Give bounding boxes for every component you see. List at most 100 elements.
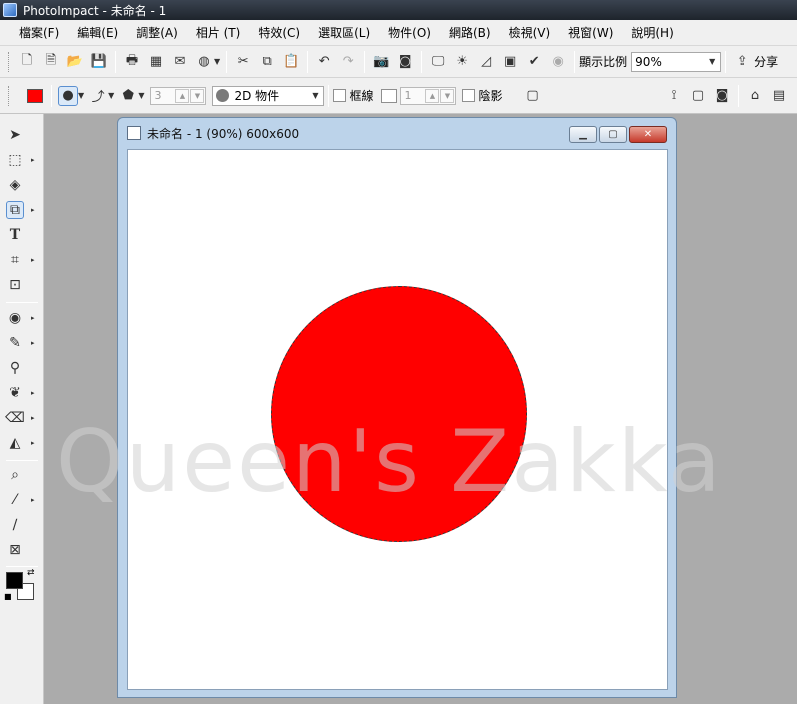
fix-icon[interactable]: ✔ (524, 52, 544, 72)
stamp-tool-icon[interactable]: ⚲ (6, 359, 24, 377)
spin-up-icon[interactable]: ▲ (175, 88, 190, 103)
print-icon[interactable]: 🖶 (122, 52, 142, 72)
menu-effects[interactable]: 特效(C) (253, 24, 305, 41)
size-spinner[interactable]: 3 ▲ ▼ (150, 86, 207, 105)
close-button[interactable]: ✕ (629, 126, 667, 143)
menu-web[interactable]: 網路(B) (444, 24, 496, 41)
redo-icon[interactable]: ↷ (338, 52, 358, 72)
minimize-button[interactable]: ▁ (569, 126, 597, 143)
eraser-tool-icon[interactable]: ⌫ (5, 409, 25, 427)
pick-tool-icon[interactable]: ➤ (6, 126, 24, 144)
eye-icon[interactable]: ◉ (548, 52, 568, 72)
mode-select[interactable]: 2D 物件 ▼ (212, 85, 325, 106)
eyedropper-more-icon[interactable]: ▸ (31, 496, 35, 504)
enhance-icon[interactable]: ▣ (500, 52, 520, 72)
pentagon-dropdown-icon[interactable]: ▼ (138, 91, 144, 100)
share-button[interactable]: ⇪ 分享 (730, 52, 778, 72)
eyedropper-tool-icon[interactable]: ⁄ (6, 491, 24, 509)
crop-more-icon[interactable]: ▸ (31, 256, 35, 264)
swap-colors-icon[interactable]: ⇄ (27, 568, 35, 578)
spin-down-icon[interactable]: ▼ (440, 88, 455, 103)
chevron-down-icon[interactable]: ▼ (704, 53, 720, 71)
menu-photo[interactable]: 相片 (T) (191, 24, 246, 41)
pentagon-shape-icon[interactable]: ⬟ (118, 86, 138, 106)
menu-edit[interactable]: 編輯(E) (72, 24, 123, 41)
undo-icon[interactable]: ↶ (314, 52, 334, 72)
capture-icon[interactable]: ◙ (395, 52, 415, 72)
maximize-button[interactable]: ▢ (599, 126, 627, 143)
zoom-select[interactable]: 90% ▼ (631, 51, 722, 72)
menu-selection[interactable]: 選取區(L) (313, 24, 375, 41)
shape-more-icon[interactable]: ▸ (31, 206, 35, 214)
measure-tool-icon[interactable]: ⊠ (6, 541, 24, 559)
home-icon[interactable]: ⌂ (745, 86, 765, 106)
fill-tool-icon[interactable]: ◭ (6, 434, 24, 452)
share-label: 分享 (754, 55, 779, 69)
red-circle-object[interactable] (271, 286, 527, 542)
chevron-down-icon[interactable]: ▼ (307, 87, 323, 105)
curve-shape-icon[interactable]: ⤴ (88, 86, 108, 106)
print-preview-icon[interactable]: ▦ (146, 52, 166, 72)
menu-file[interactable]: 檔案(F) (14, 24, 64, 41)
panel-icon[interactable]: ▤ (769, 86, 789, 106)
eraser-more-icon[interactable]: ▸ (31, 414, 35, 422)
document-titlebar[interactable]: 未命名 - 1 (90%) 600x600 ▁ ▢ ✕ (118, 118, 676, 148)
menu-window[interactable]: 視窗(W) (563, 24, 618, 41)
border-checkbox[interactable] (333, 89, 347, 102)
clone-tool-icon[interactable]: ❦ (6, 384, 24, 402)
web-icon[interactable]: ◍ (194, 52, 214, 72)
new-from-icon[interactable]: 🗎 (41, 52, 61, 72)
line-tool-icon[interactable]: ∕ (6, 516, 24, 534)
ellipse-shape-icon[interactable]: ● (58, 85, 78, 106)
camera-icon[interactable]: 📷 (371, 52, 391, 72)
open-folder-icon[interactable]: 📂 (65, 52, 85, 72)
clone-more-icon[interactable]: ▸ (31, 389, 35, 397)
menu-adjust[interactable]: 調整(A) (131, 24, 183, 41)
snapshot-icon[interactable]: ◙ (712, 86, 732, 106)
paste-icon[interactable]: 📋 (281, 52, 301, 72)
path-edit-tool-icon[interactable]: ◈ (6, 176, 24, 194)
zoom-value: 90% (635, 54, 662, 69)
redeye-tool-icon[interactable]: ◉ (6, 309, 24, 327)
menu-object[interactable]: 物件(O) (383, 24, 436, 41)
marquee-more-icon[interactable]: ▸ (31, 156, 35, 164)
transform-tool-icon[interactable]: ⊡ (6, 276, 24, 294)
shadow-checkbox[interactable] (462, 89, 476, 102)
shadow-options-icon[interactable]: ▢ (523, 86, 543, 106)
save-icon[interactable]: 💾 (89, 52, 109, 72)
spin-up-icon[interactable]: ▲ (425, 88, 440, 103)
toolbar-grip[interactable] (8, 51, 11, 72)
app-title: PhotoImpact - 未命名 - 1 (23, 3, 167, 18)
menu-help[interactable]: 說明(H) (626, 24, 678, 41)
shape-dropdown-icon[interactable]: ▼ (78, 91, 84, 100)
marquee-tool-icon[interactable]: ⬚ (6, 151, 24, 169)
web-dropdown-icon[interactable]: ▼ (214, 57, 220, 66)
cut-icon[interactable]: ✂ (233, 52, 253, 72)
pin-icon[interactable]: ⟟ (664, 86, 684, 106)
monitor-icon[interactable]: 🖵 (428, 52, 448, 72)
spin-down-icon[interactable]: ▼ (190, 88, 205, 103)
redeye-more-icon[interactable]: ▸ (31, 314, 35, 322)
zoom-tool-icon[interactable]: ⌕ (6, 466, 24, 484)
tone-curve-icon[interactable]: ◿ (476, 52, 496, 72)
image-canvas[interactable] (127, 149, 668, 690)
new-file-icon[interactable]: 🗋 (17, 52, 37, 72)
brightness-icon[interactable]: ☀ (452, 52, 472, 72)
border-width-spinner[interactable]: 1 ▲ ▼ (400, 86, 457, 105)
crop-tool-icon[interactable]: ⌗ (6, 251, 24, 269)
mail-icon[interactable]: ✉ (170, 52, 190, 72)
brush-more-icon[interactable]: ▸ (31, 339, 35, 347)
fill-more-icon[interactable]: ▸ (31, 439, 35, 447)
border-color-box[interactable] (381, 88, 398, 103)
object-icon[interactable]: ▢ (688, 86, 708, 106)
brush-tool-icon[interactable]: ✎ (6, 334, 24, 352)
menu-view[interactable]: 檢視(V) (504, 24, 556, 41)
curve-dropdown-icon[interactable]: ▼ (108, 91, 114, 100)
shape-tool-icon[interactable]: ⧉ (6, 201, 24, 219)
toolbar-grip[interactable] (8, 85, 11, 106)
foreground-color[interactable] (6, 572, 23, 589)
text-tool-icon[interactable]: T (6, 226, 24, 244)
color-swatch[interactable] (25, 86, 45, 106)
reset-colors-icon[interactable]: ■ (4, 592, 12, 601)
copy-icon[interactable]: ⧉ (257, 52, 277, 72)
